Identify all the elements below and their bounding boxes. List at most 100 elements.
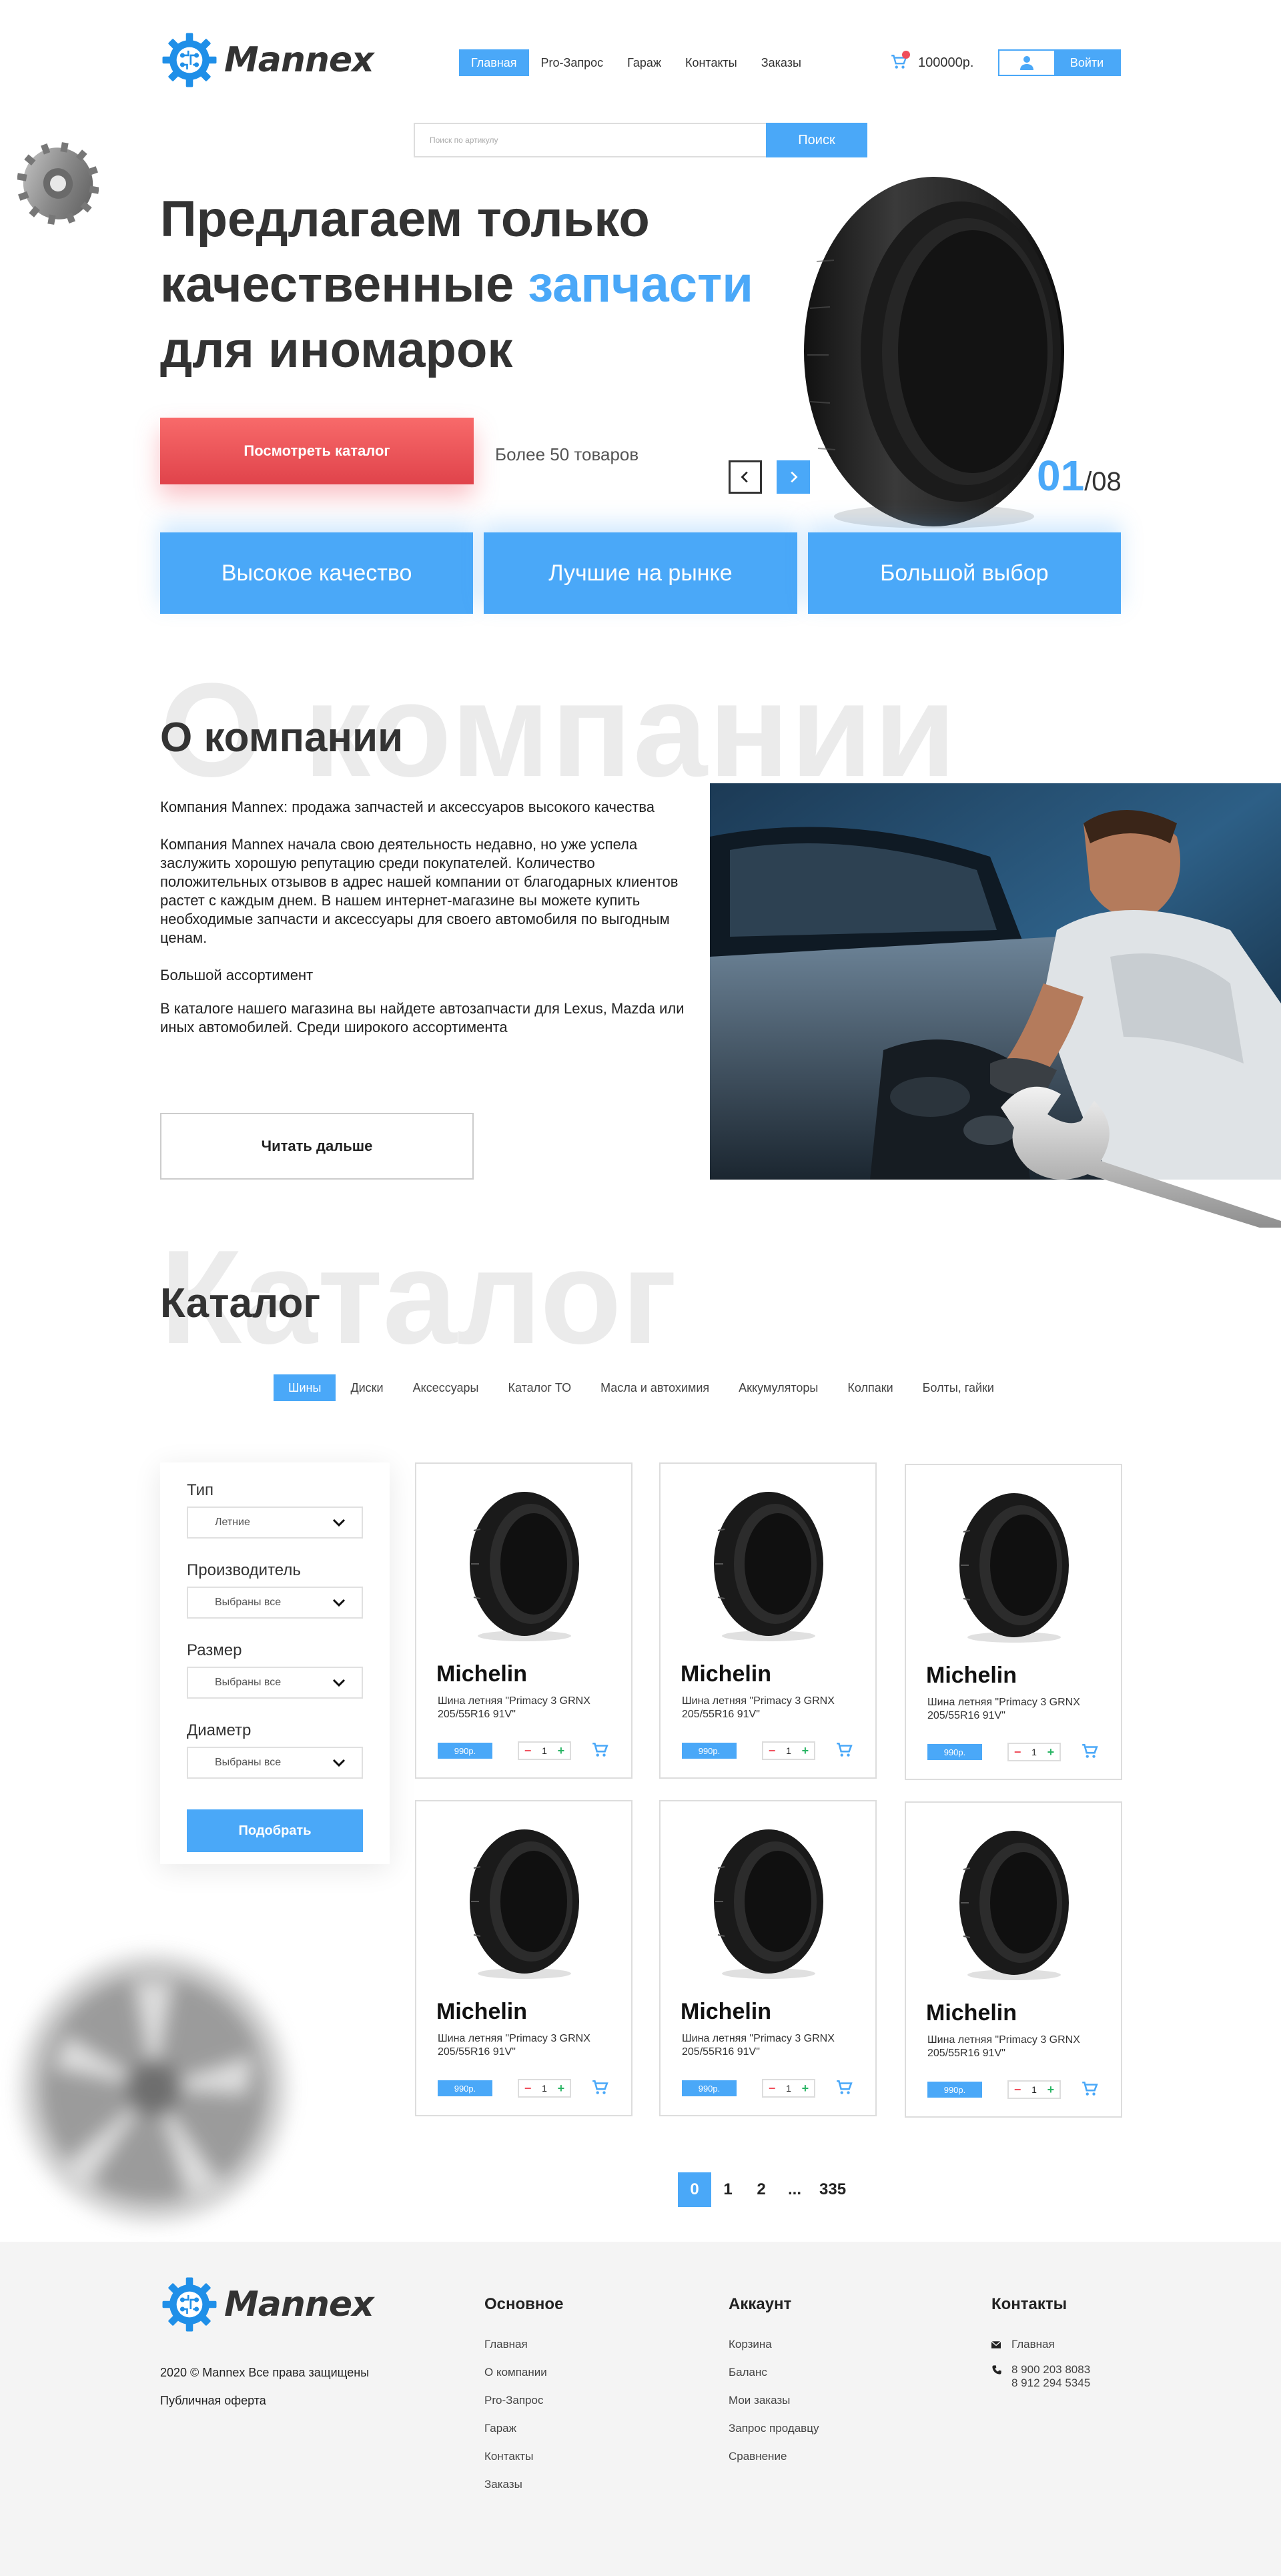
tab-wheels[interactable]: Диски <box>336 1374 398 1401</box>
product-card[interactable]: Michelin Шина летняя "Primacy 3 GRNX 205… <box>659 1462 877 1779</box>
add-to-cart-icon[interactable] <box>591 2079 611 2098</box>
product-card[interactable]: Michelin Шина летняя "Primacy 3 GRNX 205… <box>659 1800 877 2116</box>
add-to-cart-icon[interactable] <box>1081 2080 1101 2099</box>
footer-link-about[interactable]: О компании <box>484 2366 563 2379</box>
add-to-cart-icon[interactable] <box>591 1741 611 1760</box>
footer-logo[interactable]: Mannex <box>160 2275 374 2334</box>
header-cart[interactable]: 100000р. <box>890 51 973 72</box>
tab-bolts[interactable]: Болты, гайки <box>908 1374 1009 1401</box>
tab-batteries[interactable]: Аккумуляторы <box>724 1374 833 1401</box>
footer-public-offer-link[interactable]: Публичная оферта <box>160 2394 266 2408</box>
phone-icon <box>991 2363 1002 2377</box>
read-more-button[interactable]: Читать дальше <box>160 1113 474 1180</box>
footer-link-home[interactable]: Главная <box>484 2338 563 2351</box>
footer-link-seller-request[interactable]: Запрос продавцу <box>729 2422 819 2435</box>
chevron-right-icon <box>791 471 798 483</box>
filter-value: Выбраны все <box>215 1597 282 1608</box>
minus-button[interactable]: − <box>1014 2083 1021 2097</box>
footer-phone-1[interactable]: 8 900 203 8083 <box>1011 2363 1090 2377</box>
tab-tires[interactable]: Шины <box>274 1374 336 1401</box>
feature-tile-quality: Высокое качество <box>160 532 474 614</box>
nav-item-orders[interactable]: Заказы <box>749 49 813 76</box>
product-card[interactable]: Michelin Шина летняя "Primacy 3 GRNX 205… <box>905 1801 1122 2118</box>
plus-button[interactable]: + <box>1047 1745 1055 1759</box>
plus-button[interactable]: + <box>558 2082 565 2096</box>
footer-link-my-orders[interactable]: Мои заказы <box>729 2394 819 2407</box>
footer-copyright: 2020 © Mannex Все права защищены <box>160 2366 370 2379</box>
plus-button[interactable]: + <box>1047 2083 1055 2097</box>
add-to-cart-icon[interactable] <box>835 2079 855 2098</box>
tab-oils[interactable]: Масла и автохимия <box>586 1374 724 1401</box>
footer-link-orders[interactable]: Заказы <box>484 2478 563 2491</box>
nav-item-contacts[interactable]: Контакты <box>673 49 749 76</box>
add-to-cart-icon[interactable] <box>1081 1743 1101 1761</box>
add-to-cart-icon[interactable] <box>835 1741 855 1760</box>
nav-item-home[interactable]: Главная <box>459 49 529 76</box>
search-input[interactable] <box>414 123 766 157</box>
product-card[interactable]: Michelin Шина летняя "Primacy 3 GRNX 205… <box>415 1462 632 1779</box>
page-link[interactable]: 0 <box>678 2172 711 2207</box>
footer-address-text: Главная <box>1011 2338 1055 2350</box>
main-nav: Главная Pro-Запрос Гараж Контакты Заказы <box>459 49 813 76</box>
page-link[interactable]: 2 <box>745 2172 778 2207</box>
footer-link-garage[interactable]: Гараж <box>484 2422 563 2435</box>
product-description: Шина летняя "Primacy 3 GRNX 205/55R16 91… <box>927 1697 1080 1721</box>
minus-button[interactable]: − <box>1014 1745 1021 1759</box>
filter-label-type: Тип <box>187 1481 214 1499</box>
hero-title-line-2: качественные <box>160 256 528 313</box>
tab-accessories[interactable]: Аксессуары <box>398 1374 494 1401</box>
catalog-tabs: Шины Диски Аксессуары Каталог ТО Масла и… <box>274 1374 1009 1401</box>
footer-link-compare[interactable]: Сравнение <box>729 2450 819 2463</box>
footer-contact-address: Главная <box>991 2338 1090 2351</box>
gear-logo-icon <box>162 2277 217 2332</box>
plus-button[interactable]: + <box>558 1744 565 1758</box>
footer-link-contacts[interactable]: Контакты <box>484 2450 563 2463</box>
product-card[interactable]: Michelin Шина летняя "Primacy 3 GRNX 205… <box>415 1800 632 2116</box>
minus-button[interactable]: − <box>524 2082 532 2096</box>
footer-phone-2[interactable]: 8 912 294 5345 <box>1011 2377 1090 2390</box>
filter-select-type[interactable]: Летние <box>187 1507 363 1539</box>
tab-maintenance[interactable]: Каталог ТО <box>493 1374 586 1401</box>
nav-item-pro-request[interactable]: Pro-Запрос <box>529 49 616 76</box>
search-button[interactable]: Поиск <box>766 123 867 157</box>
product-card[interactable]: Michelin Шина летняя "Primacy 3 GRNX 205… <box>905 1464 1122 1780</box>
product-brand: Michelin <box>681 1999 772 2024</box>
page-link[interactable]: 335 <box>811 2172 854 2207</box>
footer-link-cart[interactable]: Корзина <box>729 2338 819 2351</box>
minus-button[interactable]: − <box>769 2082 776 2096</box>
user-profile-button[interactable] <box>999 51 1054 75</box>
feature-tile-choice: Большой выбор <box>807 532 1121 614</box>
footer-link-pro-request[interactable]: Pro-Запрос <box>484 2394 563 2407</box>
slider-next-button[interactable] <box>777 460 810 494</box>
nav-item-garage[interactable]: Гараж <box>615 49 673 76</box>
quantity-stepper: − 1 + <box>518 1741 571 1760</box>
chevron-left-icon <box>741 471 748 483</box>
cart-notification-dot <box>902 51 910 59</box>
tab-hubcaps[interactable]: Колпаки <box>833 1374 907 1401</box>
quantity-value: 1 <box>786 1745 791 1756</box>
product-price: 990р. <box>927 1744 982 1760</box>
plus-button[interactable]: + <box>802 2082 809 2096</box>
product-brand: Michelin <box>681 1661 772 1687</box>
footer-link-balance[interactable]: Баланс <box>729 2366 819 2379</box>
site-logo[interactable]: Mannex <box>160 31 374 89</box>
filter-value: Выбраны все <box>215 1757 282 1768</box>
quantity-stepper: − 1 + <box>1007 1743 1061 1761</box>
minus-button[interactable]: − <box>769 1744 776 1758</box>
cart-icon[interactable] <box>890 51 910 72</box>
filter-value: Выбраны все <box>215 1677 282 1688</box>
chevron-down-icon <box>332 1759 346 1767</box>
product-description: Шина летняя "Primacy 3 GRNX 205/55R16 91… <box>438 2033 590 2058</box>
hero-items-count: Более 50 товаров <box>495 444 639 464</box>
minus-button[interactable]: − <box>524 1744 532 1758</box>
page-link[interactable]: 1 <box>711 2172 745 2207</box>
slider-prev-button[interactable] <box>729 460 762 494</box>
view-catalog-button[interactable]: Посмотреть каталог <box>160 418 474 484</box>
filter-select-size[interactable]: Выбраны все <box>187 1667 363 1699</box>
filter-select-manufacturer[interactable]: Выбраны все <box>187 1587 363 1619</box>
user-icon <box>1020 56 1033 70</box>
filter-select-diameter[interactable]: Выбраны все <box>187 1747 363 1779</box>
plus-button[interactable]: + <box>802 1744 809 1758</box>
login-button[interactable]: Войти <box>1054 51 1120 75</box>
filter-submit-button[interactable]: Подобрать <box>187 1809 363 1852</box>
